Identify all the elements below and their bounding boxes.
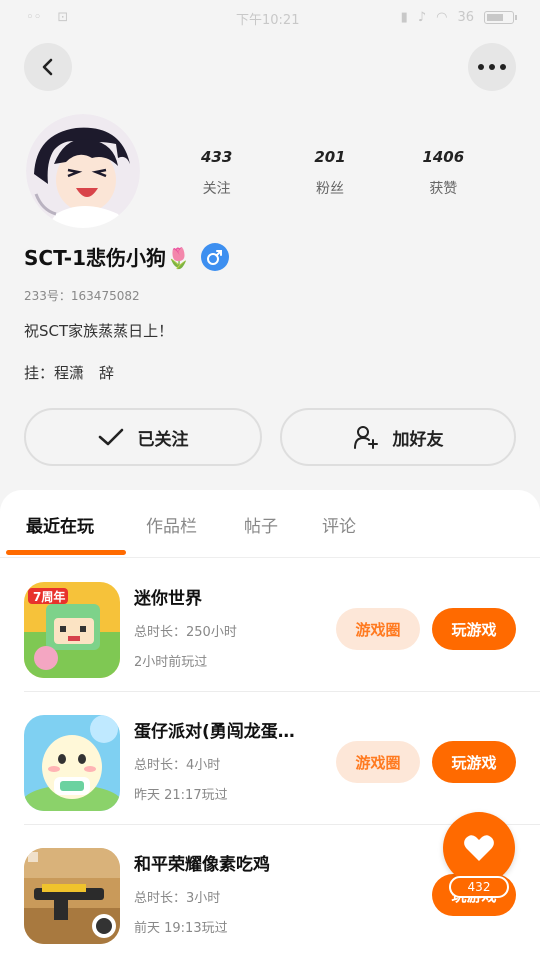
game-duration: 总时长：250小时 [134,625,237,640]
followed-button[interactable]: 已关注 [24,408,262,466]
check-icon [98,428,123,446]
more-button[interactable] [468,43,516,91]
back-button[interactable] [24,43,72,91]
signal-text: 36 [457,9,474,25]
username-row: SCT-1悲伤小狗🌷 [24,242,229,271]
followed-label: 已关注 [137,429,189,450]
stat-value: 201 [314,148,346,166]
tab-bar: 最近在玩 作品栏 帖子 评论 [0,490,540,558]
profile-stats: 433 关注 201 粉丝 1406 获赞 [160,148,500,198]
list-item[interactable]: 7周年 迷你世界 总时长：250小时 2小时前玩过 游戏圈 玩游戏 [0,560,540,692]
game-last-played: 昨天 21:17玩过 [134,788,228,803]
game-last-played: 前天 19:13玩过 [134,921,228,936]
add-user-icon [353,426,378,449]
active-tab-indicator [6,550,126,555]
battery-icon [484,10,517,24]
add-friend-button[interactable]: 加好友 [280,408,516,466]
male-icon [200,242,229,271]
divider [24,691,540,692]
stat-fans[interactable]: 201 粉丝 [273,148,386,198]
svg-text:7周年: 7周年 [33,589,65,604]
stat-label: 获赞 [429,181,458,197]
tab-comments[interactable]: 评论 [322,512,356,537]
play-game-button[interactable]: 玩游戏 [432,741,516,783]
user-bio: 祝SCT家族蒸蒸日上！ [24,322,174,340]
avatar[interactable] [26,114,140,228]
stat-value: 1406 [422,148,465,166]
game-title: 蛋仔派对(勇闯龙蛋… [134,722,295,742]
mute-icon: ♪ [417,9,427,25]
game-last-played: 2小时前玩过 [134,655,208,670]
more-dots-icon [478,64,506,70]
tab-works[interactable]: 作品栏 [146,512,197,537]
stat-label: 关注 [202,181,231,197]
game-icon[interactable]: 7周年 [24,582,120,678]
tulip-emoji: 🌷 [166,246,191,270]
screenshot-icon: ⊡ [57,9,69,25]
sim-icon: ▮ [400,9,408,25]
play-game-button[interactable]: 玩游戏 [432,608,516,650]
like-button[interactable] [443,812,515,884]
tab-recently-played[interactable]: 最近在玩 [26,512,94,537]
notification-dot-icon: ◦◦ [26,9,42,25]
stat-likes[interactable]: 1406 获赞 [387,148,500,198]
game-icon[interactable] [24,715,120,811]
heart-icon [464,835,494,861]
user-tag-line: 挂：程潇 辞 [24,364,115,382]
username: SCT-1悲伤小狗🌷 [24,246,191,270]
game-circle-button[interactable]: 游戏圈 [336,741,420,783]
tab-posts[interactable]: 帖子 [244,512,278,537]
game-circle-button[interactable]: 游戏圈 [336,608,420,650]
list-item[interactable]: 蛋仔派对(勇闯龙蛋… 总时长：4小时 昨天 21:17玩过 游戏圈 玩游戏 [0,693,540,825]
game-duration: 总时长：3小时 [134,891,221,906]
stat-value: 433 [201,148,233,166]
like-count-badge: 432 [449,876,509,898]
stat-label: 粉丝 [315,181,344,197]
stat-following[interactable]: 433 关注 [160,148,273,198]
add-friend-label: 加好友 [392,429,444,450]
status-bar: ◦◦ ⊡ 下午10:21 ▮ ♪ ◠ 36 [0,0,540,34]
wifi-icon: ◠ [436,9,448,25]
game-icon[interactable] [24,848,120,944]
user-id: 233号：163475082 [24,289,140,303]
game-title: 和平荣耀像素吃鸡 [134,855,270,875]
chevron-left-icon [42,58,53,76]
status-time: 下午10:21 [236,13,300,28]
game-duration: 总时长：4小时 [134,758,221,773]
game-title: 迷你世界 [134,589,202,609]
